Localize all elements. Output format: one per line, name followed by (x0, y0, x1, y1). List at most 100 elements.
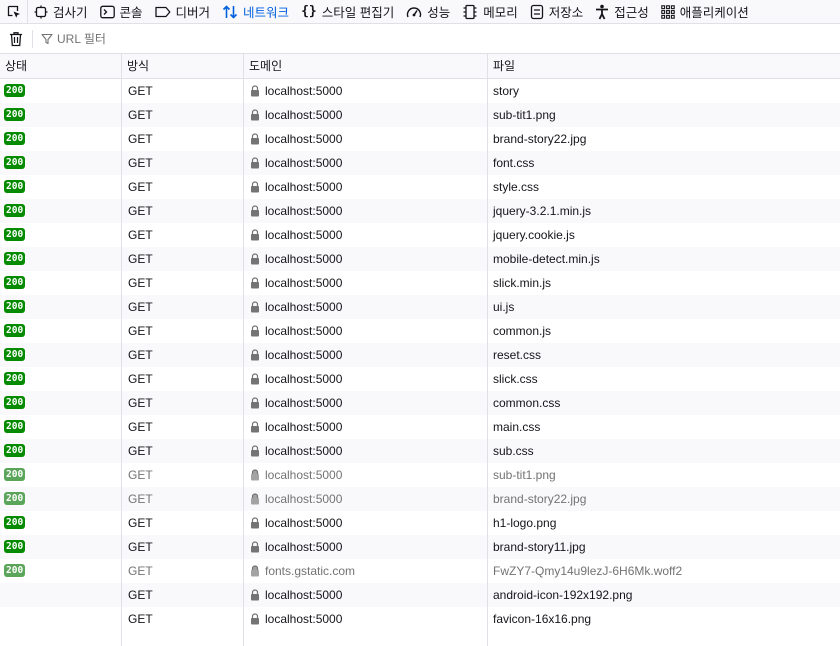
status-badge: 200 (4, 468, 26, 482)
tab-memory[interactable]: 메모리 (456, 0, 524, 23)
table-row[interactable]: 200 GET localhost:5000 slick.min.js (0, 271, 840, 295)
file-cell: jquery.cookie.js (487, 223, 840, 247)
domain-text: localhost:5000 (265, 252, 343, 266)
url-filter-input[interactable] (57, 32, 357, 46)
tab-debugger[interactable]: 디버거 (149, 0, 217, 23)
column-divider (243, 631, 244, 646)
tab-inspector[interactable]: 검사기 (28, 0, 94, 23)
status-cell: 200 (0, 271, 121, 295)
domain-cell: localhost:5000 (243, 175, 487, 199)
tab-style-editor[interactable]: {} 스타일 편집기 (295, 0, 400, 23)
domain-text: localhost:5000 (265, 588, 343, 602)
element-picker-button[interactable] (0, 0, 28, 23)
status-badge: 200 (4, 132, 26, 146)
domain-text: localhost:5000 (265, 348, 343, 362)
column-header-status[interactable]: 상태 (0, 54, 121, 78)
console-icon (99, 5, 115, 18)
table-row[interactable]: 200 GET localhost:5000 main.css (0, 415, 840, 439)
tab-console[interactable]: 콘솔 (94, 0, 149, 23)
table-row[interactable]: 200 GET localhost:5000 story (0, 79, 840, 103)
lock-icon (251, 205, 259, 217)
url-filter[interactable] (33, 25, 840, 53)
domain-text: localhost:5000 (265, 228, 343, 242)
domain-text: localhost:5000 (265, 540, 343, 554)
file-cell: common.js (487, 319, 840, 343)
table-row[interactable]: 200 GET fonts.gstatic.com FwZY7-Qmy14u9lezJ… (0, 559, 840, 583)
table-row[interactable]: 200 GET localhost:5000 sub-tit1.png (0, 103, 840, 127)
table-row[interactable]: 200 GET localhost:5000 common.js (0, 319, 840, 343)
domain-cell: localhost:5000 (243, 391, 487, 415)
domain-text: localhost:5000 (265, 300, 343, 314)
lock-icon (251, 493, 259, 505)
domain-cell: localhost:5000 (243, 439, 487, 463)
lock-icon (251, 157, 259, 169)
tab-storage[interactable]: 저장소 (524, 0, 590, 23)
file-cell: sub-tit1.png (487, 103, 840, 127)
table-row[interactable]: 200 GET localhost:5000 jquery.cookie.js (0, 223, 840, 247)
method-cell: GET (121, 247, 243, 271)
domain-text: localhost:5000 (265, 324, 343, 338)
status-cell (0, 583, 121, 607)
lock-icon (251, 253, 259, 265)
tab-accessibility[interactable]: 접근성 (589, 0, 655, 23)
table-row[interactable]: 200 GET localhost:5000 ui.js (0, 295, 840, 319)
table-row[interactable]: 200 GET localhost:5000 brand-story22.jpg (0, 487, 840, 511)
status-cell: 200 (0, 535, 121, 559)
method-cell: GET (121, 271, 243, 295)
column-header-method[interactable]: 방식 (121, 54, 243, 78)
status-badge: 200 (4, 156, 26, 170)
table-row[interactable]: 200 GET localhost:5000 h1-logo.png (0, 511, 840, 535)
method-cell: GET (121, 559, 243, 583)
request-list: 200 GET localhost:5000 story 200 GET localhost… (0, 79, 840, 631)
table-row[interactable]: 200 GET localhost:5000 mobile-detect.min.js (0, 247, 840, 271)
tab-application[interactable]: 애플리케이션 (655, 0, 755, 23)
tab-network[interactable]: 네트워크 (216, 0, 295, 23)
table-row[interactable]: 200 GET localhost:5000 jquery-3.2.1.min.js (0, 199, 840, 223)
status-badge: 200 (4, 252, 26, 266)
tab-performance[interactable]: 성능 (400, 0, 456, 23)
lock-icon (251, 349, 259, 361)
method-cell: GET (121, 535, 243, 559)
status-cell: 200 (0, 223, 121, 247)
status-badge: 200 (4, 324, 26, 338)
domain-text: localhost:5000 (265, 516, 343, 530)
file-cell: h1-logo.png (487, 511, 840, 535)
domain-cell: localhost:5000 (243, 271, 487, 295)
table-row[interactable]: GET localhost:5000 favicon-16x16.png (0, 607, 840, 631)
column-header-file[interactable]: 파일 (487, 54, 840, 78)
status-badge: 200 (4, 444, 26, 458)
method-cell: GET (121, 463, 243, 487)
table-row[interactable]: 200 GET localhost:5000 sub.css (0, 439, 840, 463)
table-row[interactable]: 200 GET localhost:5000 font.css (0, 151, 840, 175)
status-badge: 200 (4, 276, 26, 290)
table-row[interactable]: 200 GET localhost:5000 common.css (0, 391, 840, 415)
status-cell: 200 (0, 295, 121, 319)
table-row[interactable]: 200 GET localhost:5000 brand-story22.jpg (0, 127, 840, 151)
status-badge: 200 (4, 204, 26, 218)
table-row[interactable]: GET localhost:5000 android-icon-192x192.pn… (0, 583, 840, 607)
status-badge: 200 (4, 420, 26, 434)
status-badge: 200 (4, 108, 26, 122)
pick-element-icon (7, 5, 20, 18)
method-cell: GET (121, 103, 243, 127)
memory-icon (463, 4, 477, 19)
domain-text: localhost:5000 (265, 276, 343, 290)
column-header-domain[interactable]: 도메인 (243, 54, 487, 78)
method-cell: GET (121, 151, 243, 175)
clear-button[interactable] (0, 25, 32, 53)
domain-cell: localhost:5000 (243, 463, 487, 487)
status-cell: 200 (0, 79, 121, 103)
status-cell: 200 (0, 559, 121, 583)
method-cell: GET (121, 607, 243, 631)
domain-cell: localhost:5000 (243, 79, 487, 103)
table-row[interactable]: 200 GET localhost:5000 reset.css (0, 343, 840, 367)
table-row[interactable]: 200 GET localhost:5000 style.css (0, 175, 840, 199)
lock-icon (251, 613, 259, 625)
status-cell: 200 (0, 463, 121, 487)
table-row[interactable]: 200 GET localhost:5000 sub-tit1.png (0, 463, 840, 487)
table-row[interactable]: 200 GET localhost:5000 slick.css (0, 367, 840, 391)
file-cell: mobile-detect.min.js (487, 247, 840, 271)
table-row[interactable]: 200 GET localhost:5000 brand-story11.jpg (0, 535, 840, 559)
method-cell: GET (121, 319, 243, 343)
lock-icon (251, 589, 259, 601)
